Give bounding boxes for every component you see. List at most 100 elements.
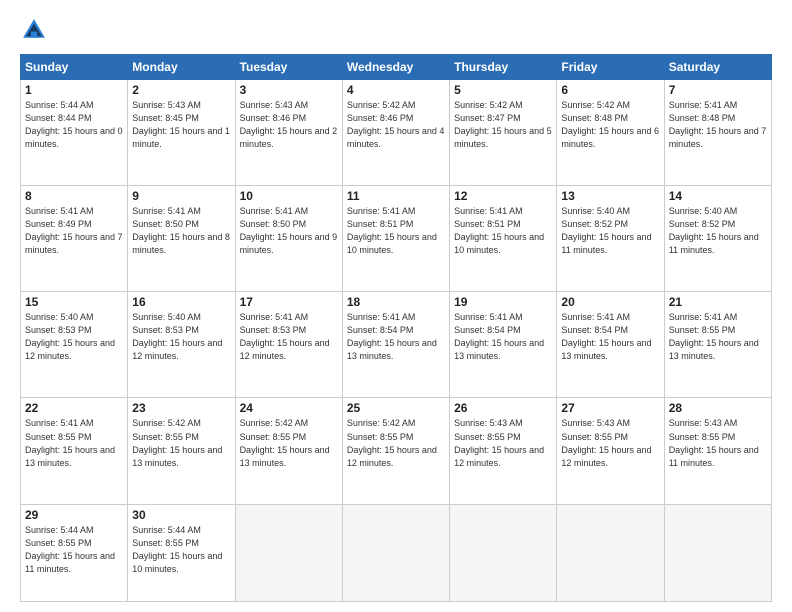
- cell-info: Sunrise: 5:41 AMSunset: 8:51 PMDaylight:…: [347, 206, 437, 255]
- day-number: 29: [25, 508, 123, 522]
- day-number: 25: [347, 401, 445, 415]
- cell-info: Sunrise: 5:42 AMSunset: 8:55 PMDaylight:…: [132, 418, 222, 467]
- calendar-cell: 3 Sunrise: 5:43 AMSunset: 8:46 PMDayligh…: [235, 80, 342, 186]
- cell-info: Sunrise: 5:44 AMSunset: 8:55 PMDaylight:…: [25, 525, 115, 574]
- day-number: 27: [561, 401, 659, 415]
- calendar-cell: 4 Sunrise: 5:42 AMSunset: 8:46 PMDayligh…: [342, 80, 449, 186]
- calendar-cell: 11 Sunrise: 5:41 AMSunset: 8:51 PMDaylig…: [342, 186, 449, 292]
- calendar-cell: [235, 504, 342, 601]
- cell-info: Sunrise: 5:44 AMSunset: 8:44 PMDaylight:…: [25, 100, 123, 149]
- calendar-cell: 26 Sunrise: 5:43 AMSunset: 8:55 PMDaylig…: [450, 398, 557, 504]
- cell-info: Sunrise: 5:40 AMSunset: 8:52 PMDaylight:…: [561, 206, 651, 255]
- day-number: 12: [454, 189, 552, 203]
- day-number: 28: [669, 401, 767, 415]
- day-number: 5: [454, 83, 552, 97]
- calendar-week-3: 15 Sunrise: 5:40 AMSunset: 8:53 PMDaylig…: [21, 292, 772, 398]
- cell-info: Sunrise: 5:41 AMSunset: 8:54 PMDaylight:…: [561, 312, 651, 361]
- calendar-cell: 16 Sunrise: 5:40 AMSunset: 8:53 PMDaylig…: [128, 292, 235, 398]
- calendar-cell: 6 Sunrise: 5:42 AMSunset: 8:48 PMDayligh…: [557, 80, 664, 186]
- page: SundayMondayTuesdayWednesdayThursdayFrid…: [0, 0, 792, 612]
- cell-info: Sunrise: 5:43 AMSunset: 8:55 PMDaylight:…: [669, 418, 759, 467]
- calendar-cell: 8 Sunrise: 5:41 AMSunset: 8:49 PMDayligh…: [21, 186, 128, 292]
- calendar-cell: 1 Sunrise: 5:44 AMSunset: 8:44 PMDayligh…: [21, 80, 128, 186]
- day-number: 18: [347, 295, 445, 309]
- cell-info: Sunrise: 5:41 AMSunset: 8:53 PMDaylight:…: [240, 312, 330, 361]
- cell-info: Sunrise: 5:42 AMSunset: 8:46 PMDaylight:…: [347, 100, 445, 149]
- calendar-cell: 10 Sunrise: 5:41 AMSunset: 8:50 PMDaylig…: [235, 186, 342, 292]
- calendar-cell: 29 Sunrise: 5:44 AMSunset: 8:55 PMDaylig…: [21, 504, 128, 601]
- cell-info: Sunrise: 5:41 AMSunset: 8:48 PMDaylight:…: [669, 100, 767, 149]
- day-number: 19: [454, 295, 552, 309]
- cell-info: Sunrise: 5:43 AMSunset: 8:45 PMDaylight:…: [132, 100, 230, 149]
- calendar-cell: 12 Sunrise: 5:41 AMSunset: 8:51 PMDaylig…: [450, 186, 557, 292]
- calendar-header-monday: Monday: [128, 55, 235, 80]
- calendar-header-tuesday: Tuesday: [235, 55, 342, 80]
- calendar-table: SundayMondayTuesdayWednesdayThursdayFrid…: [20, 54, 772, 602]
- cell-info: Sunrise: 5:44 AMSunset: 8:55 PMDaylight:…: [132, 525, 222, 574]
- day-number: 23: [132, 401, 230, 415]
- calendar-cell: 21 Sunrise: 5:41 AMSunset: 8:55 PMDaylig…: [664, 292, 771, 398]
- calendar-cell: [664, 504, 771, 601]
- day-number: 10: [240, 189, 338, 203]
- calendar-cell: 25 Sunrise: 5:42 AMSunset: 8:55 PMDaylig…: [342, 398, 449, 504]
- calendar-header-saturday: Saturday: [664, 55, 771, 80]
- day-number: 30: [132, 508, 230, 522]
- logo: [20, 16, 52, 44]
- day-number: 26: [454, 401, 552, 415]
- day-number: 3: [240, 83, 338, 97]
- day-number: 2: [132, 83, 230, 97]
- day-number: 4: [347, 83, 445, 97]
- calendar-week-2: 8 Sunrise: 5:41 AMSunset: 8:49 PMDayligh…: [21, 186, 772, 292]
- day-number: 24: [240, 401, 338, 415]
- cell-info: Sunrise: 5:40 AMSunset: 8:53 PMDaylight:…: [132, 312, 222, 361]
- calendar-header-friday: Friday: [557, 55, 664, 80]
- cell-info: Sunrise: 5:43 AMSunset: 8:46 PMDaylight:…: [240, 100, 338, 149]
- cell-info: Sunrise: 5:41 AMSunset: 8:50 PMDaylight:…: [132, 206, 230, 255]
- day-number: 8: [25, 189, 123, 203]
- cell-info: Sunrise: 5:41 AMSunset: 8:54 PMDaylight:…: [347, 312, 437, 361]
- cell-info: Sunrise: 5:43 AMSunset: 8:55 PMDaylight:…: [454, 418, 544, 467]
- cell-info: Sunrise: 5:41 AMSunset: 8:54 PMDaylight:…: [454, 312, 544, 361]
- calendar-cell: 22 Sunrise: 5:41 AMSunset: 8:55 PMDaylig…: [21, 398, 128, 504]
- day-number: 20: [561, 295, 659, 309]
- calendar-cell: 15 Sunrise: 5:40 AMSunset: 8:53 PMDaylig…: [21, 292, 128, 398]
- calendar-cell: 30 Sunrise: 5:44 AMSunset: 8:55 PMDaylig…: [128, 504, 235, 601]
- calendar-header-wednesday: Wednesday: [342, 55, 449, 80]
- day-number: 1: [25, 83, 123, 97]
- day-number: 17: [240, 295, 338, 309]
- logo-icon: [20, 16, 48, 44]
- calendar-cell: 20 Sunrise: 5:41 AMSunset: 8:54 PMDaylig…: [557, 292, 664, 398]
- day-number: 6: [561, 83, 659, 97]
- cell-info: Sunrise: 5:43 AMSunset: 8:55 PMDaylight:…: [561, 418, 651, 467]
- cell-info: Sunrise: 5:41 AMSunset: 8:51 PMDaylight:…: [454, 206, 544, 255]
- cell-info: Sunrise: 5:40 AMSunset: 8:53 PMDaylight:…: [25, 312, 115, 361]
- calendar-cell: [450, 504, 557, 601]
- calendar-cell: 18 Sunrise: 5:41 AMSunset: 8:54 PMDaylig…: [342, 292, 449, 398]
- cell-info: Sunrise: 5:42 AMSunset: 8:48 PMDaylight:…: [561, 100, 659, 149]
- day-number: 15: [25, 295, 123, 309]
- cell-info: Sunrise: 5:42 AMSunset: 8:55 PMDaylight:…: [347, 418, 437, 467]
- calendar-header-row: SundayMondayTuesdayWednesdayThursdayFrid…: [21, 55, 772, 80]
- calendar-header-sunday: Sunday: [21, 55, 128, 80]
- calendar-cell: 9 Sunrise: 5:41 AMSunset: 8:50 PMDayligh…: [128, 186, 235, 292]
- calendar-cell: 23 Sunrise: 5:42 AMSunset: 8:55 PMDaylig…: [128, 398, 235, 504]
- calendar-header-thursday: Thursday: [450, 55, 557, 80]
- cell-info: Sunrise: 5:41 AMSunset: 8:49 PMDaylight:…: [25, 206, 123, 255]
- calendar-cell: [342, 504, 449, 601]
- cell-info: Sunrise: 5:41 AMSunset: 8:55 PMDaylight:…: [669, 312, 759, 361]
- cell-info: Sunrise: 5:40 AMSunset: 8:52 PMDaylight:…: [669, 206, 759, 255]
- day-number: 11: [347, 189, 445, 203]
- calendar-cell: 27 Sunrise: 5:43 AMSunset: 8:55 PMDaylig…: [557, 398, 664, 504]
- calendar-cell: 19 Sunrise: 5:41 AMSunset: 8:54 PMDaylig…: [450, 292, 557, 398]
- day-number: 13: [561, 189, 659, 203]
- day-number: 22: [25, 401, 123, 415]
- calendar-cell: [557, 504, 664, 601]
- calendar-cell: 28 Sunrise: 5:43 AMSunset: 8:55 PMDaylig…: [664, 398, 771, 504]
- cell-info: Sunrise: 5:42 AMSunset: 8:47 PMDaylight:…: [454, 100, 552, 149]
- calendar-cell: 5 Sunrise: 5:42 AMSunset: 8:47 PMDayligh…: [450, 80, 557, 186]
- day-number: 16: [132, 295, 230, 309]
- cell-info: Sunrise: 5:41 AMSunset: 8:55 PMDaylight:…: [25, 418, 115, 467]
- calendar-cell: 7 Sunrise: 5:41 AMSunset: 8:48 PMDayligh…: [664, 80, 771, 186]
- calendar-cell: 24 Sunrise: 5:42 AMSunset: 8:55 PMDaylig…: [235, 398, 342, 504]
- calendar-week-1: 1 Sunrise: 5:44 AMSunset: 8:44 PMDayligh…: [21, 80, 772, 186]
